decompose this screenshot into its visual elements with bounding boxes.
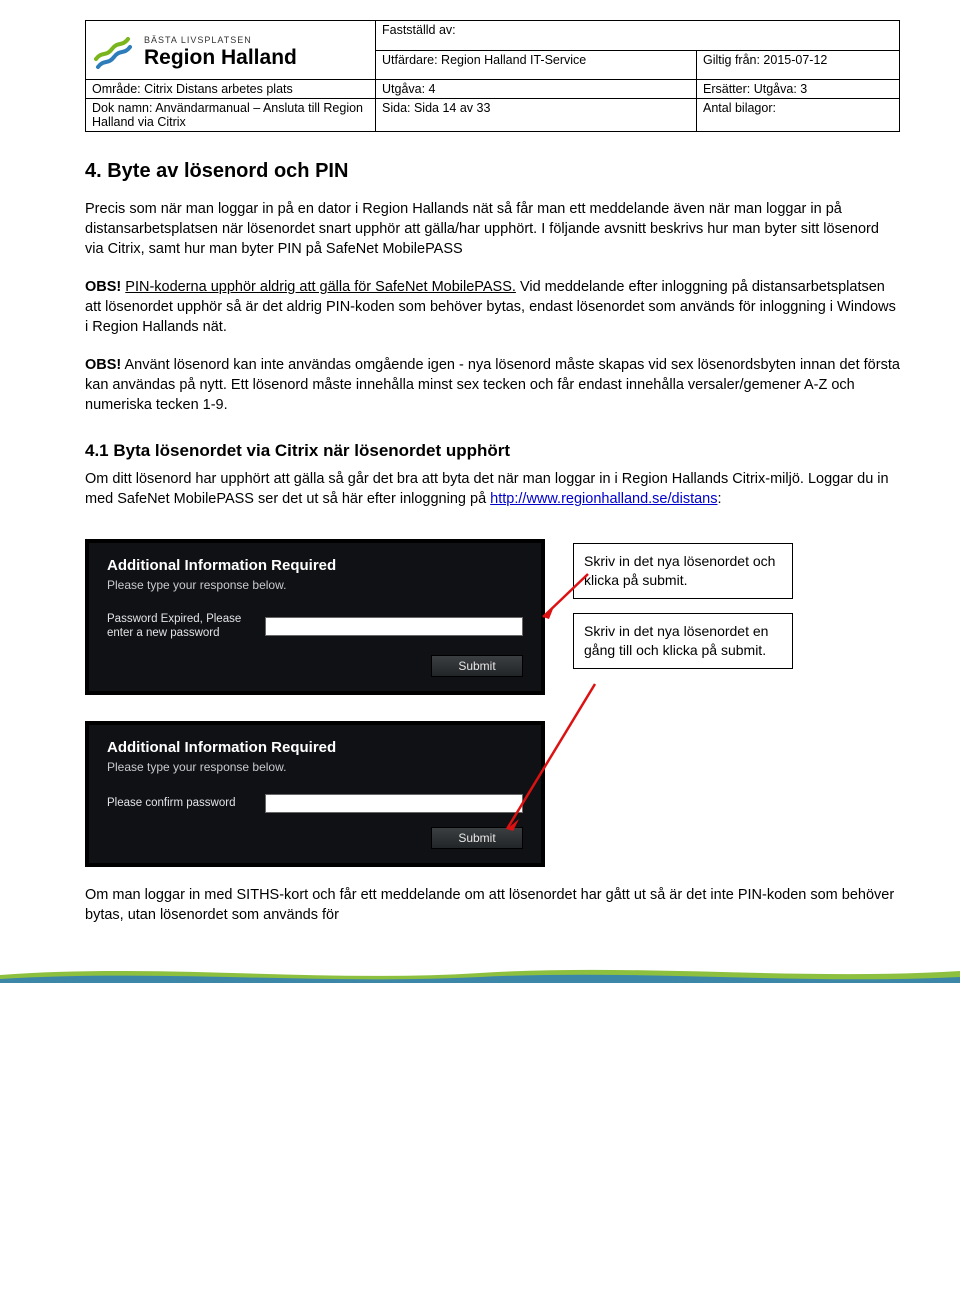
- section-4-p3-rest: Använt lösenord kan inte användas omgåen…: [85, 357, 900, 413]
- document-header-table: BÄSTA LIVSPLATSEN Region Halland Faststä…: [85, 20, 900, 132]
- section-4-p3: OBS! Använt lösenord kan inte användas o…: [85, 355, 900, 415]
- header-faststalld: Fastställd av:: [376, 21, 900, 51]
- dialog2-title: Additional Information Required: [89, 725, 541, 758]
- dialog1-subtitle: Please type your response below.: [89, 576, 541, 612]
- obs-label: OBS!: [85, 279, 121, 295]
- section-4-p1: Precis som när man loggar in på en dator…: [85, 199, 900, 259]
- callout-2: Skriv in det nya lösenordet en gång till…: [573, 613, 793, 669]
- logo-subtitle: BÄSTA LIVSPLATSEN: [144, 36, 297, 45]
- footer-paragraph: Om man loggar in med SITHS-kort och får …: [85, 885, 900, 925]
- section-4-1-p-pre: Om ditt lösenord har upphört att gälla s…: [85, 471, 889, 507]
- confirm-password-input[interactable]: [265, 794, 523, 813]
- section-4-1-p: Om ditt lösenord har upphört att gälla s…: [85, 469, 900, 509]
- section-4-1-p-post: :: [717, 491, 721, 507]
- confirm-password-dialog: Additional Information Required Please t…: [85, 721, 545, 867]
- new-password-input[interactable]: [265, 617, 523, 636]
- distans-link[interactable]: http://www.regionhalland.se/distans: [490, 491, 717, 507]
- logo-cell: BÄSTA LIVSPLATSEN Region Halland: [86, 21, 376, 80]
- submit-button-2[interactable]: Submit: [431, 827, 523, 849]
- header-utgava: Utgåva: 4: [376, 80, 697, 99]
- dialog1-label: Password Expired, Please enter a new pas…: [107, 612, 257, 641]
- dialog2-subtitle: Please type your response below.: [89, 758, 541, 794]
- section-4-1-title: 4.1 Byta lösenordet via Citrix när lösen…: [85, 441, 900, 461]
- header-omrade: Område: Citrix Distans arbetes plats: [86, 80, 376, 99]
- header-giltig-fran: Giltig från: 2015-07-12: [697, 50, 900, 80]
- region-halland-logo-icon: [92, 29, 138, 75]
- section-4-p2: OBS! PIN-koderna upphör aldrig att gälla…: [85, 277, 900, 337]
- dialog1-title: Additional Information Required: [89, 543, 541, 576]
- header-sida: Sida: Sida 14 av 33: [376, 99, 697, 132]
- logo-title: Region Halland: [144, 47, 297, 68]
- dialogs-row: Additional Information Required Please t…: [85, 539, 900, 867]
- password-expired-dialog: Additional Information Required Please t…: [85, 539, 545, 695]
- footer-wave-icon: [0, 961, 960, 983]
- submit-button-1[interactable]: Submit: [431, 655, 523, 677]
- header-bilagor: Antal bilagor:: [697, 99, 900, 132]
- section-4-title: 4. Byte av lösenord och PIN: [85, 160, 900, 183]
- dialog2-label: Please confirm password: [107, 796, 257, 810]
- header-utfardare: Utfärdare: Region Halland IT-Service: [376, 50, 697, 80]
- section-4-p2-underline: PIN-koderna upphör aldrig att gälla för …: [125, 279, 516, 295]
- callout-1: Skriv in det nya lösenordet och klicka p…: [573, 543, 793, 599]
- header-ersatter: Ersätter: Utgåva: 3: [697, 80, 900, 99]
- obs-label-2: OBS!: [85, 357, 121, 373]
- header-dok-namn: Dok namn: Användarmanual – Ansluta till …: [86, 99, 376, 132]
